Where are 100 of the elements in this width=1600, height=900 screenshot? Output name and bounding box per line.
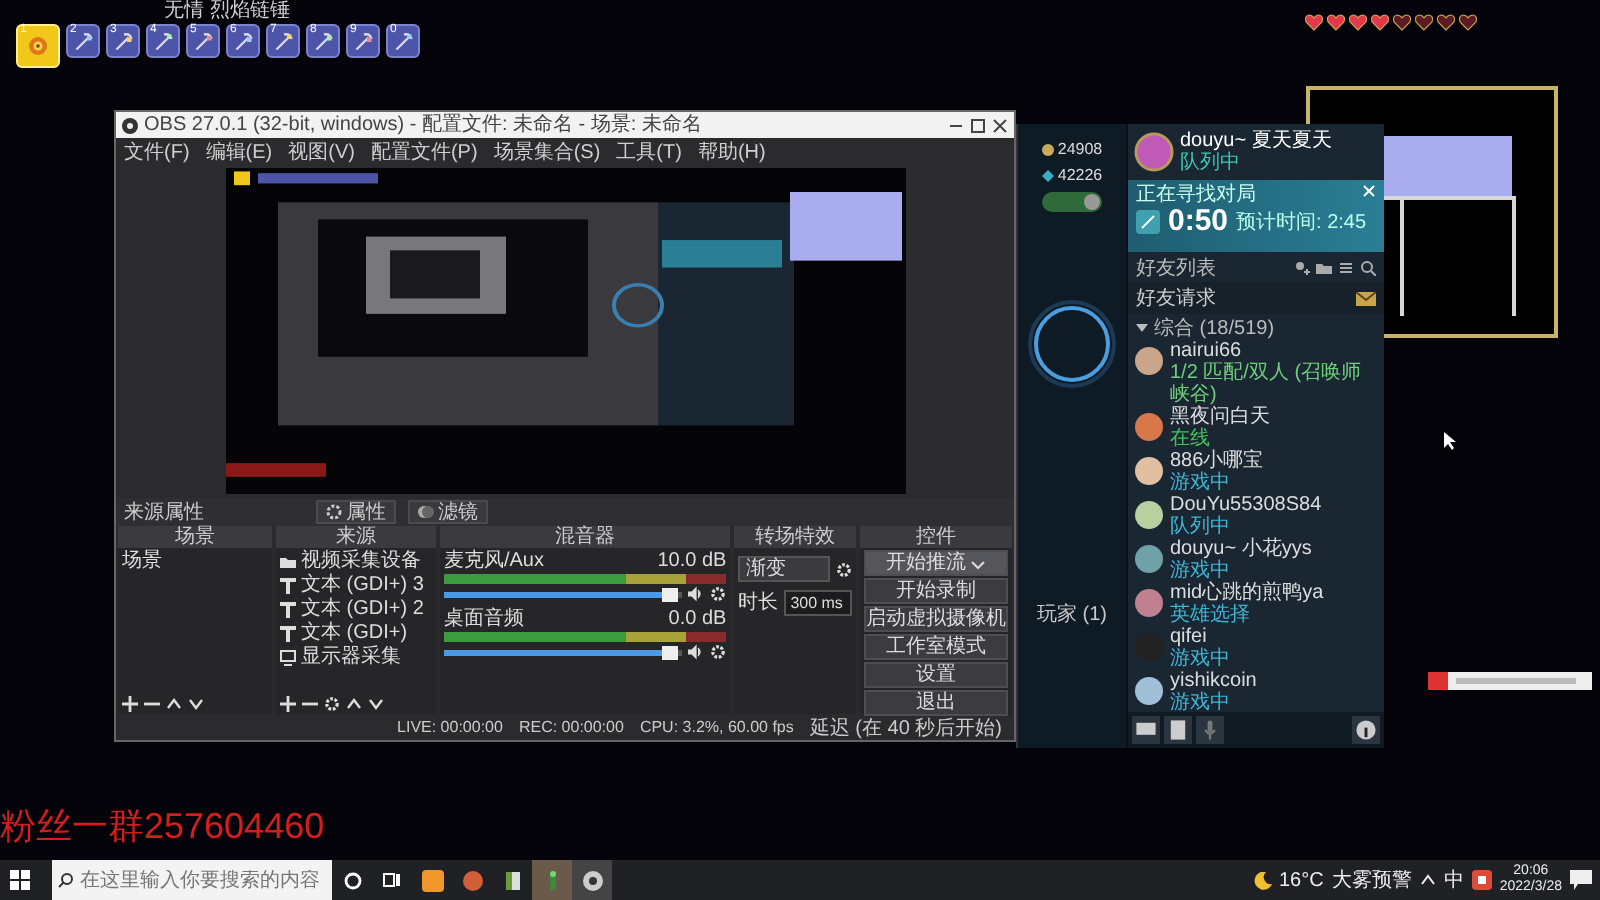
weather-temperature[interactable]: 16°C	[1279, 869, 1324, 891]
cursor-icon	[1444, 432, 1458, 450]
party-label: 玩家 (1)	[1037, 601, 1107, 628]
chevron-icon[interactable]	[1419, 874, 1436, 886]
source-item[interactable]: 视频采集设备	[279, 550, 432, 574]
control-button[interactable]: 退出	[864, 690, 1009, 716]
notification-icon[interactable]	[1570, 870, 1592, 890]
friend-name: douyu~ 小花yys	[1170, 538, 1314, 560]
duration-field[interactable]: 300 ms	[784, 589, 853, 615]
control-button[interactable]: 设置	[864, 662, 1009, 688]
app-icon[interactable]	[501, 869, 523, 891]
friend-status: 游戏中	[1170, 648, 1232, 670]
chat-icon[interactable]	[1132, 716, 1160, 744]
menu-item[interactable]: 视图(V)	[288, 137, 355, 165]
notes-icon[interactable]	[1164, 716, 1192, 744]
currency-amount: 24908	[1057, 140, 1103, 158]
source-item[interactable]: 文本 (GDI+)	[279, 622, 432, 646]
friend-row[interactable]: yishikcoin 游戏中	[1128, 670, 1384, 714]
filters-button[interactable]: 滤镜	[408, 500, 488, 524]
moon-icon[interactable]	[1253, 871, 1271, 889]
task-view-icon[interactable]	[382, 871, 402, 889]
channel-reading: 0.0 dB	[668, 608, 727, 630]
app-icon	[122, 117, 138, 133]
friend-row[interactable]: DouYu55308S84 队列中	[1128, 494, 1384, 538]
speaker-icon[interactable]	[688, 586, 705, 602]
duration-label: 时长	[738, 589, 779, 616]
mail-icon[interactable]	[1356, 291, 1376, 305]
friend-status: 1/2 匹配/双人 (召唤师峡谷)	[1170, 362, 1364, 406]
avatar	[1134, 500, 1164, 530]
queue-title: 正在寻找对局	[1136, 184, 1256, 206]
friend-row[interactable]: 黑夜问白天 在线	[1128, 406, 1384, 450]
menu-item[interactable]: 编辑(E)	[205, 137, 273, 165]
avatar	[1134, 412, 1164, 442]
obs-icon[interactable]	[581, 869, 603, 891]
menu-item[interactable]: 场景集合(S)	[493, 137, 601, 165]
avatar	[1134, 132, 1174, 172]
friend-row[interactable]: mid心跳的煎鸭ya 英雄选择	[1128, 582, 1384, 626]
search-icon[interactable]	[1360, 259, 1376, 275]
start-icon[interactable]	[10, 870, 30, 890]
tool-icon	[391, 29, 415, 53]
weather-alert[interactable]: 大雾预警	[1331, 866, 1412, 894]
speaker-icon[interactable]	[688, 644, 705, 660]
transition-select[interactable]: 渐变	[738, 556, 831, 582]
tool-icon	[351, 29, 375, 53]
info-icon[interactable]	[1352, 716, 1380, 744]
slider-thumb[interactable]	[662, 645, 679, 659]
filter-icon	[418, 504, 434, 520]
friend-group[interactable]: 综合 (18/519)	[1154, 313, 1275, 341]
settings-icon[interactable]	[710, 644, 727, 660]
queue-timer: 0:50	[1168, 206, 1229, 238]
friend-status: 英雄选择	[1170, 604, 1252, 626]
menu-item[interactable]: 文件(F)	[124, 137, 190, 165]
control-button[interactable]: 开始录制	[864, 578, 1009, 604]
toggle-switch[interactable]	[1042, 192, 1102, 212]
move-down-icon[interactable]	[188, 696, 204, 712]
panel-title: 来源	[275, 526, 436, 548]
folder-icon[interactable]	[1316, 259, 1332, 275]
avatar	[1134, 346, 1164, 376]
friend-row[interactable]: nairui66 1/2 匹配/双人 (召唤师峡谷)	[1128, 340, 1384, 406]
scene-item[interactable]: 场景	[122, 550, 268, 574]
settings-icon[interactable]	[836, 561, 853, 577]
settings-icon[interactable]	[710, 586, 727, 602]
friend-name: DouYu55308S84	[1170, 494, 1324, 516]
settings-icon[interactable]	[323, 696, 340, 712]
menu-item[interactable]: 工具(T)	[616, 137, 682, 165]
add-icon[interactable]	[122, 696, 138, 712]
tray-app-icon[interactable]	[1471, 870, 1492, 890]
friend-status: 游戏中	[1170, 692, 1232, 714]
friend-row[interactable]: qifei 游戏中	[1128, 626, 1384, 670]
app-icon[interactable]	[421, 869, 443, 891]
properties-button[interactable]: 属性	[316, 500, 396, 524]
close-icon[interactable]	[992, 117, 1008, 133]
live-status: LIVE: 00:00:00	[397, 718, 503, 736]
slider-thumb[interactable]	[662, 587, 679, 601]
menu-item[interactable]: 配置文件(P)	[370, 137, 478, 165]
source-item[interactable]: 显示器采集	[279, 646, 432, 670]
control-button[interactable]: 启动虚拟摄像机	[864, 606, 1009, 632]
add-friend-icon[interactable]	[1294, 259, 1310, 275]
menu-item[interactable]: 帮助(H)	[697, 137, 766, 165]
friend-row[interactable]: douyu~ 小花yys 游戏中	[1128, 538, 1384, 582]
avatar	[1134, 676, 1164, 706]
list-icon[interactable]	[1338, 259, 1354, 275]
move-down-icon[interactable]	[367, 696, 384, 712]
input-method[interactable]: 中	[1443, 866, 1464, 894]
friend-name: nairui66	[1170, 340, 1244, 362]
friend-status: 在线	[1170, 428, 1210, 450]
control-button[interactable]: 工作室模式	[864, 634, 1009, 660]
maximize-icon[interactable]	[970, 117, 986, 133]
caret-icon[interactable]	[1136, 321, 1148, 333]
source-item[interactable]: 文本 (GDI+) 3	[279, 574, 432, 598]
stream-button[interactable]: 开始推流	[864, 550, 1009, 576]
source-item[interactable]: 文本 (GDI+) 2	[279, 598, 432, 622]
move-up-icon[interactable]	[166, 696, 182, 712]
panel-title: 场景	[118, 526, 272, 548]
friend-row[interactable]: 886小哪宝 游戏中	[1128, 450, 1384, 494]
move-up-icon[interactable]	[345, 696, 362, 712]
avatar	[1134, 588, 1164, 618]
cortana-icon[interactable]	[343, 871, 361, 889]
add-icon[interactable]	[279, 696, 296, 712]
tool-icon	[71, 29, 95, 53]
